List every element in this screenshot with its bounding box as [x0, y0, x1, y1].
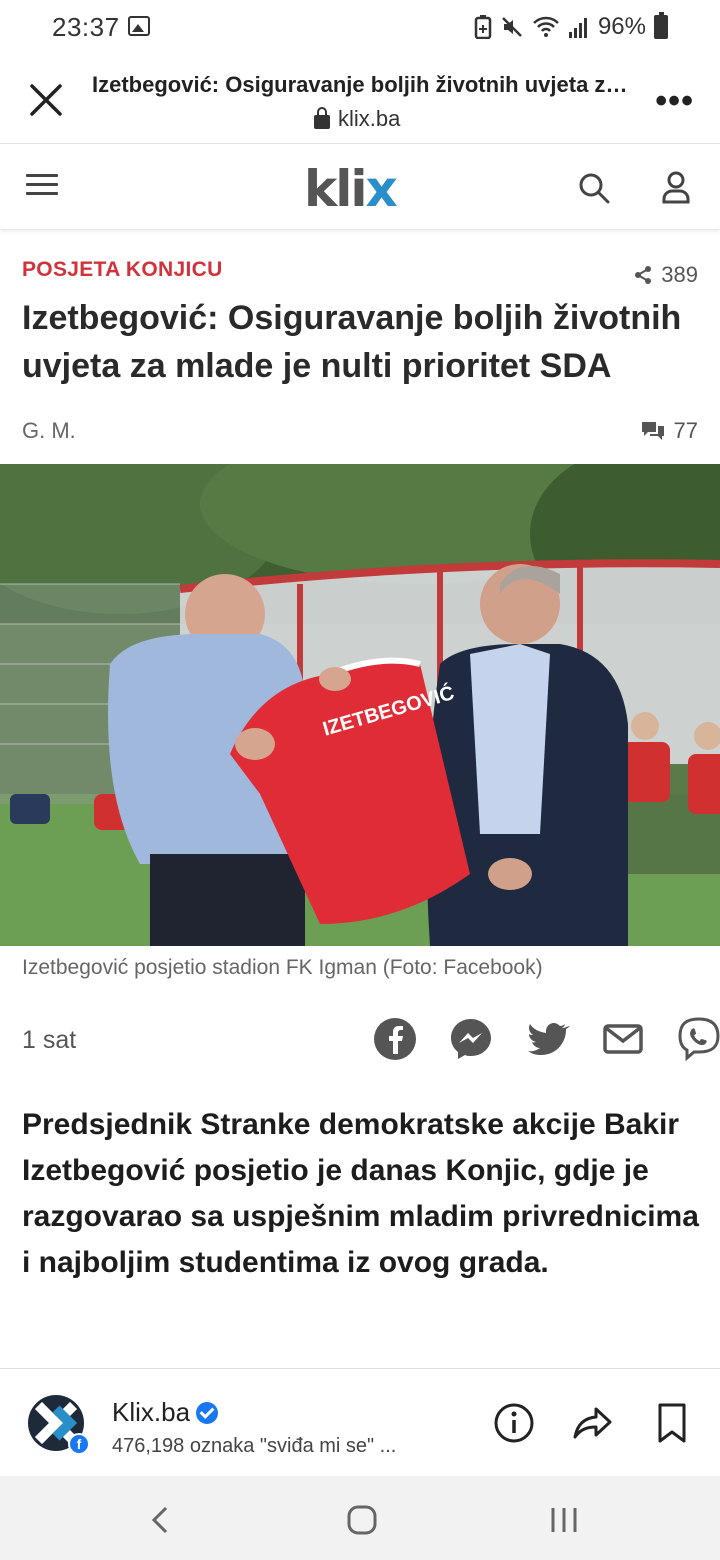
messenger-share-icon[interactable]	[448, 1016, 494, 1062]
browser-url-text: klix.ba	[338, 106, 401, 131]
share-count: 389	[633, 262, 698, 288]
share-forward-icon[interactable]	[570, 1401, 614, 1445]
browser-page-title: Izetbegović: Osiguravanje boljih životni…	[92, 72, 632, 97]
share-count-value: 389	[661, 262, 698, 287]
recents-nav-icon[interactable]	[544, 1500, 584, 1540]
battery-saver-icon	[474, 15, 492, 39]
klix-logo[interactable]: klix	[304, 160, 398, 218]
comment-count[interactable]: 77	[640, 418, 698, 444]
viber-share-icon[interactable]	[676, 1016, 720, 1062]
share-buttons	[372, 1016, 720, 1062]
facebook-share-icon[interactable]	[372, 1016, 418, 1062]
back-nav-icon[interactable]	[140, 1500, 180, 1540]
battery-icon	[654, 12, 668, 39]
site-header: klix	[0, 144, 720, 230]
logo-text: kli	[304, 160, 368, 218]
article-headline: Izetbegović: Osiguravanje boljih životni…	[22, 299, 682, 385]
verified-icon	[196, 1401, 219, 1424]
mute-icon	[502, 17, 522, 37]
published-time: 1 sat	[22, 1026, 77, 1054]
photo-illustration: IZETBEGOVIĆ	[0, 464, 720, 946]
gallery-notification-icon	[128, 16, 150, 36]
lock-icon	[314, 107, 330, 129]
article-category[interactable]: POSJETA KONJICU	[22, 258, 223, 282]
search-icon[interactable]	[578, 172, 610, 204]
hamburger-menu-icon[interactable]	[26, 174, 58, 198]
article-author: G. M.	[22, 418, 76, 443]
article-photo[interactable]: IZETBEGOVIĆ	[0, 464, 720, 946]
wifi-icon	[533, 16, 559, 37]
status-time: 23:37	[52, 12, 120, 42]
browser-toolbar: Izetbegović: Osiguravanje boljih životni…	[0, 56, 720, 144]
comment-count-value: 77	[673, 418, 698, 443]
facebook-badge-icon: f	[68, 1433, 90, 1455]
battery-percent: 96%	[597, 13, 646, 40]
email-share-icon[interactable]	[600, 1016, 646, 1062]
bookmark-icon[interactable]	[650, 1401, 694, 1445]
facebook-page-bar: f Klix.ba 476,198 oznaka "sviđa mi se" .…	[0, 1368, 720, 1476]
facebook-page-name[interactable]: Klix.ba	[112, 1397, 219, 1428]
browser-url: klix.ba	[314, 106, 400, 132]
share-icon	[635, 266, 652, 284]
comments-icon	[641, 422, 664, 440]
facebook-likes: 476,198 oznaka "sviđa mi se" ...	[112, 1435, 397, 1457]
status-bar: 23:37 96%	[0, 0, 720, 56]
photo-caption: Izetbegović posjetio stadion FK Igman (F…	[22, 956, 543, 979]
info-icon[interactable]	[492, 1401, 536, 1445]
close-icon[interactable]	[26, 80, 66, 120]
signal-icon	[568, 18, 587, 38]
system-navigation-bar	[0, 1476, 720, 1560]
twitter-share-icon[interactable]	[524, 1016, 570, 1062]
article-lead: Predsjednik Stranke demokratske akcije B…	[22, 1108, 699, 1279]
more-options-icon[interactable]: •••	[655, 82, 694, 121]
logo-x: x	[365, 160, 398, 218]
user-account-icon[interactable]	[660, 170, 692, 204]
status-icons: 96%	[474, 12, 668, 42]
facebook-page-name-text: Klix.ba	[112, 1397, 191, 1427]
home-nav-icon[interactable]	[342, 1500, 382, 1540]
